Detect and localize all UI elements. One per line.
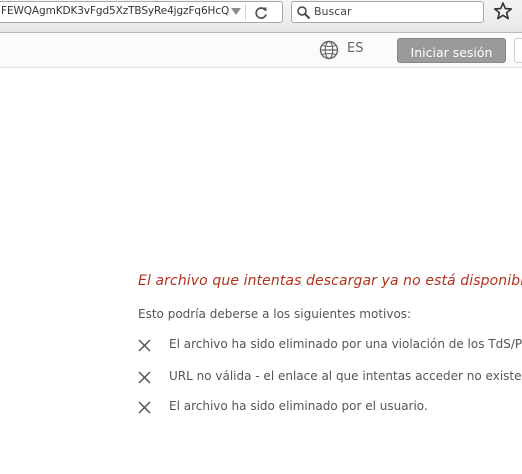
star-icon[interactable] [492,0,514,22]
site-header: ES Iniciar sesión [0,33,522,68]
x-icon [138,371,151,384]
url-divider [245,4,246,20]
language-selector[interactable]: ES [347,41,363,56]
reason-text: URL no válida - el enlace al que intenta… [169,369,522,383]
reason-text: El archivo ha sido eliminado por el usua… [169,399,428,413]
chevron-down-icon[interactable] [231,8,241,15]
reason-text: El archivo ha sido eliminado por una vio… [169,337,522,351]
x-icon [138,401,151,414]
reload-icon[interactable] [251,3,271,23]
reason-item: El archivo ha sido eliminado por una vio… [138,337,522,355]
page: FEWQAgmKDK3vFgd5XzTBSyRe4jgzFq6HcQnbp Bu… [0,0,522,474]
search-bar[interactable]: Buscar [291,1,484,23]
url-text[interactable]: FEWQAgmKDK3vFgd5XzTBSyRe4jgzFq6HcQnbp [1,5,229,17]
reason-item: URL no válida - el enlace al que intenta… [138,369,522,387]
error-title: El archivo que intentas descargar ya no … [138,273,522,289]
url-bar[interactable]: FEWQAgmKDK3vFgd5XzTBSyRe4jgzFq6HcQnbp [0,1,283,23]
globe-icon[interactable] [319,40,339,60]
search-icon [297,6,311,20]
login-button[interactable]: Iniciar sesión [397,38,506,63]
error-subtitle: Esto podría deberse a los siguientes mot… [138,307,412,321]
next-control[interactable] [514,38,522,63]
search-input[interactable]: Buscar [314,5,352,18]
reason-item: El archivo ha sido eliminado por el usua… [138,399,522,417]
browser-toolbar: FEWQAgmKDK3vFgd5XzTBSyRe4jgzFq6HcQnbp Bu… [0,0,522,33]
x-icon [138,339,151,352]
